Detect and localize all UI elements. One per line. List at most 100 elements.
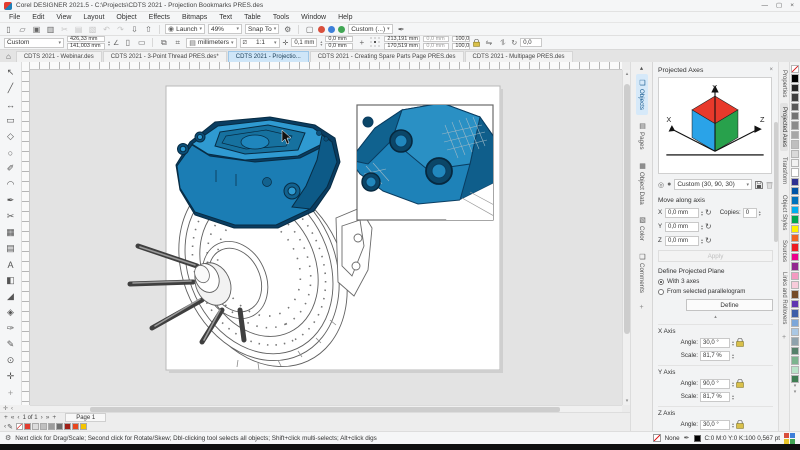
- menu-bitmaps[interactable]: Bitmaps: [177, 13, 212, 22]
- dock-tab-object-styles[interactable]: Object Styles: [780, 191, 788, 234]
- scroll-left-icon[interactable]: ‹: [11, 406, 13, 412]
- y-scale-field[interactable]: 81,7 %: [700, 391, 730, 402]
- mirror-vertical-icon[interactable]: ⥮: [497, 37, 508, 48]
- add-icon[interactable]: +: [356, 37, 367, 48]
- menu-edit[interactable]: Edit: [27, 13, 49, 22]
- color-swatch[interactable]: [791, 205, 799, 215]
- rectangle-tool[interactable]: ▭: [3, 113, 19, 128]
- color-swatch[interactable]: [791, 168, 799, 177]
- dock-tab-pages[interactable]: ▤ Pages: [636, 117, 648, 155]
- canvas-horizontal-scrollbar[interactable]: [30, 405, 622, 412]
- workspace-dropdown[interactable]: Custom (...) ▾: [348, 24, 393, 34]
- color-swatch[interactable]: [791, 187, 799, 196]
- x-scale-spinner[interactable]: ▴ ▾: [732, 352, 734, 359]
- color-swatch[interactable]: [64, 423, 72, 430]
- move-y-field[interactable]: 0,0 mm: [665, 221, 699, 232]
- dock-tab-projected-axes[interactable]: Projected Axes: [780, 103, 788, 152]
- drawing-canvas[interactable]: [30, 70, 622, 405]
- app-mode-blue-icon[interactable]: [328, 25, 336, 33]
- color-swatch[interactable]: [791, 318, 799, 327]
- color-swatch[interactable]: [791, 140, 799, 149]
- dock-tab-objects[interactable]: ❏ Objects: [635, 74, 648, 115]
- smart-fill-tool[interactable]: ◈: [3, 305, 19, 320]
- zoom-tool[interactable]: ⊙: [3, 353, 19, 368]
- color-swatch[interactable]: [24, 423, 32, 430]
- delete-preset-icon[interactable]: [766, 181, 773, 189]
- knife-tool[interactable]: ✂: [3, 209, 19, 224]
- document-tab[interactable]: CDTS 2021 - Webinar.des: [15, 51, 102, 62]
- fill-tool[interactable]: ◧: [3, 273, 19, 288]
- menu-table[interactable]: Table: [239, 13, 266, 22]
- x-scale-field[interactable]: 81,7 %: [700, 350, 730, 361]
- curve-tool[interactable]: ◠: [3, 177, 19, 192]
- color-swatch[interactable]: [791, 243, 799, 252]
- document-tab[interactable]: CDTS 2021 - Multipage PRES.des: [464, 51, 573, 62]
- color-swatch[interactable]: [791, 93, 799, 102]
- menu-object[interactable]: Object: [111, 13, 141, 22]
- pan-tool[interactable]: ✛: [3, 369, 19, 384]
- color-swatch[interactable]: [791, 262, 799, 271]
- page-height-field[interactable]: 141,003 mm: [67, 43, 105, 50]
- scale-y-field[interactable]: 100,0: [452, 43, 471, 50]
- position-x-field[interactable]: 213,191 mm: [384, 35, 421, 42]
- y-scale-spinner[interactable]: ▴ ▾: [732, 393, 734, 400]
- color-swatch[interactable]: [791, 158, 799, 168]
- color-swatch[interactable]: [80, 423, 88, 430]
- reset-x-icon[interactable]: ↻: [705, 208, 712, 217]
- move-x-spinner[interactable]: ▴ ▾: [701, 209, 703, 216]
- color-swatch[interactable]: [791, 346, 799, 356]
- color-swatch[interactable]: [791, 215, 799, 224]
- move-y-spinner[interactable]: ▴ ▾: [701, 223, 703, 230]
- home-icon[interactable]: ⌂: [2, 52, 15, 62]
- axes-color-icon[interactable]: ●: [667, 181, 671, 188]
- table-tool[interactable]: ▦: [3, 225, 19, 240]
- z-axis-lock-icon[interactable]: [736, 420, 744, 429]
- add-tool-button[interactable]: +: [3, 385, 19, 400]
- color-swatch[interactable]: [791, 365, 799, 374]
- color-swatch[interactable]: [791, 234, 799, 243]
- nudge-spinner[interactable]: ▴ ▾: [320, 39, 322, 46]
- drawing-scale-dropdown[interactable]: ⧄ 1:1 ▾: [239, 37, 280, 48]
- color-swatch[interactable]: [791, 130, 799, 140]
- lock-ratio-icon[interactable]: [473, 38, 481, 47]
- dock-tab-color[interactable]: ▧ Color: [636, 211, 648, 246]
- dimension-tool[interactable]: ↔: [3, 97, 19, 112]
- size-width-field[interactable]: 0,0 mm: [423, 35, 450, 42]
- with-3-axes-radio[interactable]: [658, 278, 664, 285]
- color-swatch[interactable]: [56, 423, 64, 430]
- color-swatch[interactable]: [791, 299, 799, 309]
- copies-field[interactable]: 0: [742, 207, 757, 218]
- reset-y-icon[interactable]: ↻: [705, 222, 712, 231]
- dock-tab-properties[interactable]: Properties: [780, 66, 788, 101]
- dock-scroll-up-icon[interactable]: ▴: [640, 64, 643, 72]
- page-width-field[interactable]: 426,33 mm: [67, 35, 105, 42]
- dock-tab-object-data[interactable]: ▦ Object Data: [636, 157, 648, 210]
- dock-tab-links-rollovers[interactable]: Links and Rollovers: [780, 268, 788, 328]
- dock-tab-transform[interactable]: Transform: [780, 153, 788, 188]
- launch-dropdown[interactable]: ◉ Launch ▾: [165, 24, 205, 34]
- color-swatch[interactable]: [791, 196, 799, 205]
- menu-layout[interactable]: Layout: [78, 13, 109, 22]
- color-swatch[interactable]: [16, 423, 24, 430]
- page-tab[interactable]: Page 1: [65, 413, 107, 422]
- dock-tab-sources[interactable]: Sources: [780, 236, 788, 266]
- color-swatch[interactable]: [791, 74, 799, 83]
- next-page-icon[interactable]: ›: [41, 414, 43, 421]
- horizontal-ruler[interactable]: [30, 62, 622, 70]
- menu-effects[interactable]: Effects: [144, 13, 175, 22]
- color-swatch[interactable]: [791, 177, 799, 187]
- snap-to-dropdown[interactable]: Snap To ▾: [244, 24, 280, 34]
- y-angle-field[interactable]: 90,0 °: [700, 378, 730, 389]
- pick-tool[interactable]: ↖: [3, 65, 19, 80]
- text-tool[interactable]: A: [3, 257, 19, 272]
- color-swatch[interactable]: [40, 423, 48, 430]
- axes-preset-dropdown[interactable]: Custom (30, 90, 30) ▾: [674, 179, 752, 190]
- pen-tool[interactable]: ✒: [3, 193, 19, 208]
- interactive-fill-tool[interactable]: ◢: [3, 289, 19, 304]
- define-button[interactable]: Define: [686, 299, 773, 311]
- color-swatch[interactable]: [791, 149, 799, 158]
- copies-spinner[interactable]: ▴ ▾: [759, 209, 761, 216]
- collapse-section-icon[interactable]: ▴: [658, 314, 773, 320]
- y-axis-lock-icon[interactable]: [736, 379, 744, 388]
- color-swatch[interactable]: [72, 423, 80, 430]
